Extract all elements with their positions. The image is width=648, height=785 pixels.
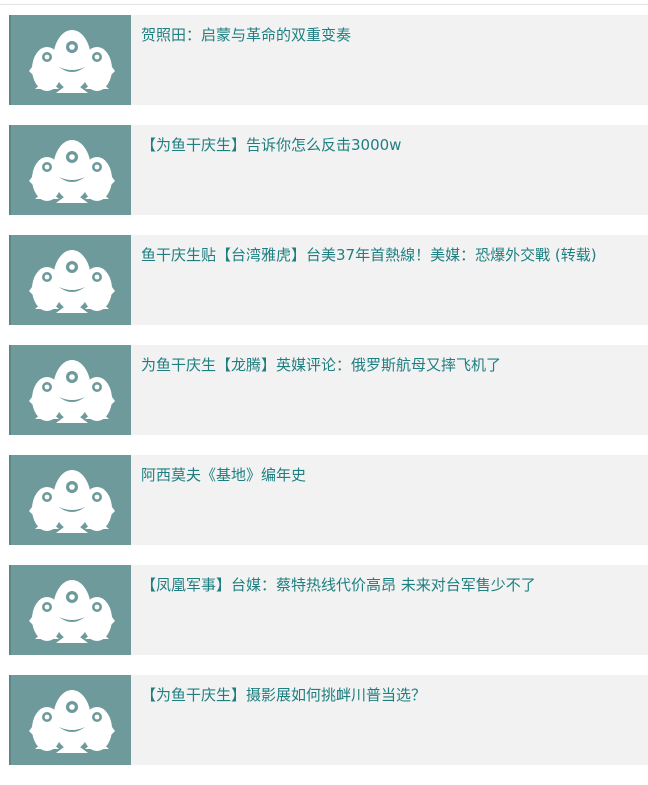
top-divider [0, 0, 648, 5]
thumbnail[interactable] [9, 345, 131, 435]
thumbnail[interactable] [9, 125, 131, 215]
fish-group-icon [29, 140, 115, 203]
article-title-link[interactable]: 贺照田：启蒙与革命的双重变奏 [131, 15, 351, 105]
article-title-link[interactable]: 【为鱼干庆生】告诉你怎么反击3000w [131, 125, 401, 215]
list-item[interactable]: 为鱼干庆生【龙腾】英媒评论：俄罗斯航母又摔飞机了 [9, 345, 648, 435]
fish-group-icon [29, 470, 115, 533]
fish-group-icon [29, 360, 115, 423]
list-item[interactable]: 【凤凰军事】台媒：蔡特热线代价高昂 未来对台军售少不了 [9, 565, 648, 655]
list-item[interactable]: 贺照田：启蒙与革命的双重变奏 [9, 15, 648, 105]
article-title-link[interactable]: 【凤凰军事】台媒：蔡特热线代价高昂 未来对台军售少不了 [131, 565, 536, 655]
thumbnail[interactable] [9, 455, 131, 545]
thumbnail[interactable] [9, 675, 131, 765]
article-title-link[interactable]: 【为鱼干庆生】摄影展如何挑衅川普当选？ [131, 675, 426, 765]
list-item[interactable]: 【为鱼干庆生】告诉你怎么反击3000w [9, 125, 648, 215]
article-list: 贺照田：启蒙与革命的双重变奏 【为鱼干庆生】告诉你怎么反击3000w 鱼干庆生贴… [9, 15, 648, 785]
fish-group-icon [29, 580, 115, 643]
list-item[interactable]: 鱼干庆生贴【台湾雅虎】台美37年首熱線！美媒：恐爆外交戰 (转载) [9, 235, 648, 325]
thumbnail[interactable] [9, 15, 131, 105]
article-title-link[interactable]: 为鱼干庆生【龙腾】英媒评论：俄罗斯航母又摔飞机了 [131, 345, 501, 435]
list-item[interactable]: 阿西莫夫《基地》编年史 [9, 455, 648, 545]
thumbnail[interactable] [9, 235, 131, 325]
article-title-link[interactable]: 鱼干庆生贴【台湾雅虎】台美37年首熱線！美媒：恐爆外交戰 (转载) [131, 235, 597, 325]
fish-group-icon [29, 250, 115, 313]
thumbnail[interactable] [9, 565, 131, 655]
fish-group-icon [29, 690, 115, 753]
fish-group-icon [29, 30, 115, 93]
list-item[interactable]: 【为鱼干庆生】摄影展如何挑衅川普当选？ [9, 675, 648, 765]
article-title-link[interactable]: 阿西莫夫《基地》编年史 [131, 455, 306, 545]
